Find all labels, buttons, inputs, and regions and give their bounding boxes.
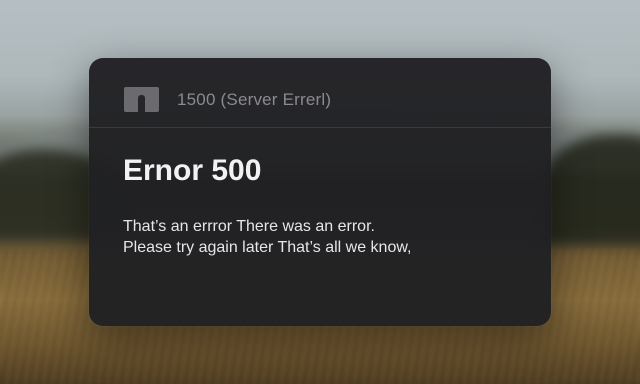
error-dialog: 1500 (Server Errerl) Ernor 500 That’s an… [89,58,551,326]
error-heading: Ernor 500 [123,154,262,187]
server-icon [124,87,159,112]
dialog-header: 1500 (Server Errerl) [89,58,551,128]
error-message-line-2: Please try again later That’s all we kno… [123,239,412,256]
error-message-line-1: That’s an errror There was an error. [123,218,375,235]
dialog-header-title: 1500 (Server Errerl) [177,90,332,109]
error-message: That’s an errror There was an error. Ple… [123,216,533,258]
server-icon-slot [138,95,145,112]
